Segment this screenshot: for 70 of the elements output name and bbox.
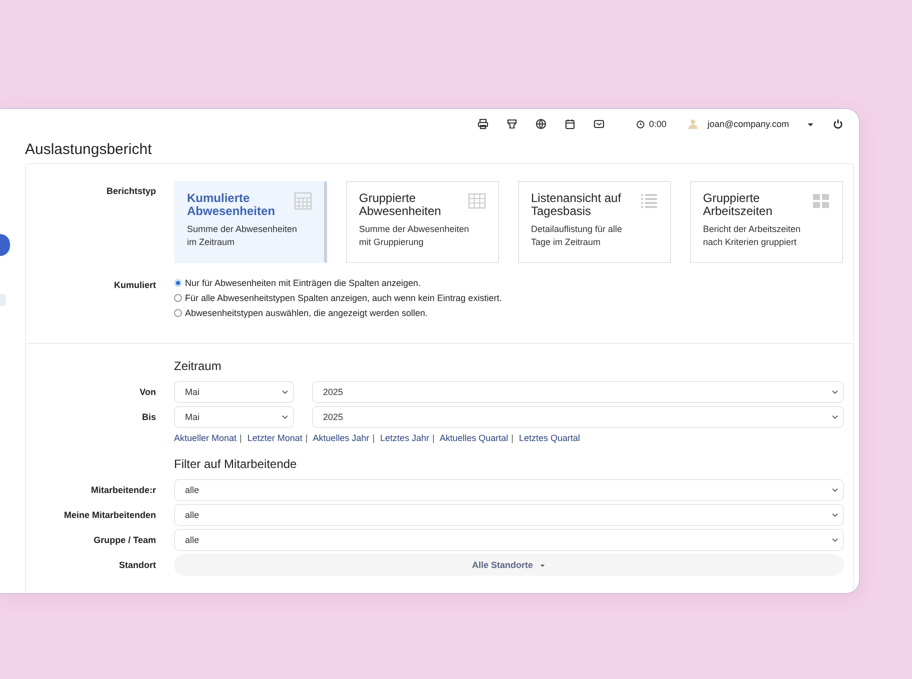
card-title: Listenansicht auf Tagesbasis: [531, 192, 622, 218]
link-separator: |: [372, 433, 375, 443]
user-email[interactable]: joan@company.com: [707, 119, 789, 129]
chevron-down-icon: [831, 413, 839, 421]
report-type-card[interactable]: Gruppierte Abwesenheiten Summe der Abwesenheiten mit Gruppierung: [346, 181, 499, 263]
radio-button[interactable]: [174, 309, 182, 317]
field-label: Mitarbeitende:r: [90, 485, 157, 495]
chevron-down-icon: [281, 388, 289, 396]
period-link[interactable]: Letztes Quartal: [518, 433, 580, 443]
chevron-down-icon: [831, 511, 839, 519]
year-select[interactable]: 2025: [312, 381, 844, 403]
globe-icon[interactable]: [534, 118, 547, 130]
chevron-down-icon: [831, 388, 839, 396]
user-icon: [687, 118, 700, 130]
report-type-card[interactable]: Gruppierte Arbeitszeiten Bericht der Arbeitszeiten nach Kriterien gruppiert: [690, 181, 843, 263]
month-select[interactable]: Mai: [174, 381, 294, 403]
chevron-down-icon: [831, 536, 839, 544]
report-type-card[interactable]: Kumulierte Abwesenheiten Summe der Abwesenheiten im Zeitraum: [174, 181, 327, 263]
link-separator: |: [240, 433, 242, 443]
field-label: Berichtstyp: [105, 185, 157, 196]
link-separator: |: [432, 433, 435, 443]
table-icon: [468, 192, 486, 210]
report-type-card[interactable]: Listenansicht auf Tagesbasis Detailauflistung für alle Tage im Zeitraum: [518, 181, 671, 263]
field-label: Kumuliert: [112, 279, 157, 290]
field-label: Standort: [118, 560, 157, 570]
period-link[interactable]: Letztes Jahr: [380, 433, 430, 443]
period-link[interactable]: Aktuelles Jahr: [312, 433, 370, 443]
month-select[interactable]: Mai: [174, 406, 294, 428]
calculator-icon: [294, 192, 312, 210]
period-link[interactable]: Aktueller Monat: [174, 433, 237, 443]
field-label: Gruppe / Team: [92, 535, 157, 545]
timer-text: 0:00: [648, 119, 666, 129]
printer-icon[interactable]: [476, 118, 489, 130]
card-title: Gruppierte Abwesenheiten: [359, 192, 442, 218]
chevron-down-icon: [281, 413, 289, 421]
list-icon: [640, 192, 658, 210]
period-link[interactable]: Aktuelles Quartal: [440, 433, 508, 443]
card-description: Bericht der Arbeitszeiten nach Kriterien gruppiert: [703, 223, 802, 248]
card-description: Summe der Abwesenheiten mit Gruppierung: [359, 223, 470, 248]
location-dropdown[interactable]: Alle Standorte: [174, 554, 844, 576]
card-title: Gruppierte Arbeitszeiten: [703, 192, 774, 218]
caret-icon: [539, 562, 546, 568]
sidebar-item[interactable]: [0, 234, 10, 256]
radio-label[interactable]: Für alle Abwesenheitstypen Spalten anzeigen, auch wenn kein Eintrag existiert.: [185, 293, 502, 303]
filter-select[interactable]: alle: [174, 529, 844, 551]
radio-label[interactable]: Abwesenheitstypen auswählen, die angezeigt werden sollen.: [185, 308, 428, 318]
clock-icon: [636, 120, 645, 128]
calendar-icon[interactable]: [564, 118, 576, 130]
funnel-icon[interactable]: [506, 118, 518, 130]
section-heading: Filter auf Mitarbeitende: [174, 457, 297, 471]
card-title: Kumulierte Abwesenheiten: [187, 192, 276, 218]
field-label: Von: [138, 387, 157, 397]
period-link[interactable]: Letzter Monat: [247, 433, 302, 443]
envelope-icon[interactable]: [592, 118, 605, 130]
year-select[interactable]: 2025: [312, 406, 844, 428]
link-separator: |: [511, 433, 514, 443]
filter-select[interactable]: alle: [174, 479, 844, 501]
chevron-down-icon: [831, 486, 839, 494]
link-separator: |: [305, 433, 308, 443]
radio-button[interactable]: [174, 294, 182, 302]
power-icon[interactable]: [832, 118, 844, 130]
card-description: Summe der Abwesenheiten im Zeitraum: [187, 223, 298, 248]
field-label: Meine Mitarbeitenden: [62, 510, 157, 520]
card-description: Detailauflistung für alle Tage im Zeitraum: [531, 223, 624, 248]
field-label: Bis: [140, 412, 157, 422]
filter-select[interactable]: alle: [174, 504, 844, 526]
grid-icon: [812, 192, 830, 210]
page-title: Auslastungsbericht: [25, 141, 153, 158]
section-heading: Zeitraum: [174, 359, 222, 373]
radio-label[interactable]: Nur für Abwesenheiten mit Einträgen die Spalten anzeigen.: [185, 278, 421, 288]
